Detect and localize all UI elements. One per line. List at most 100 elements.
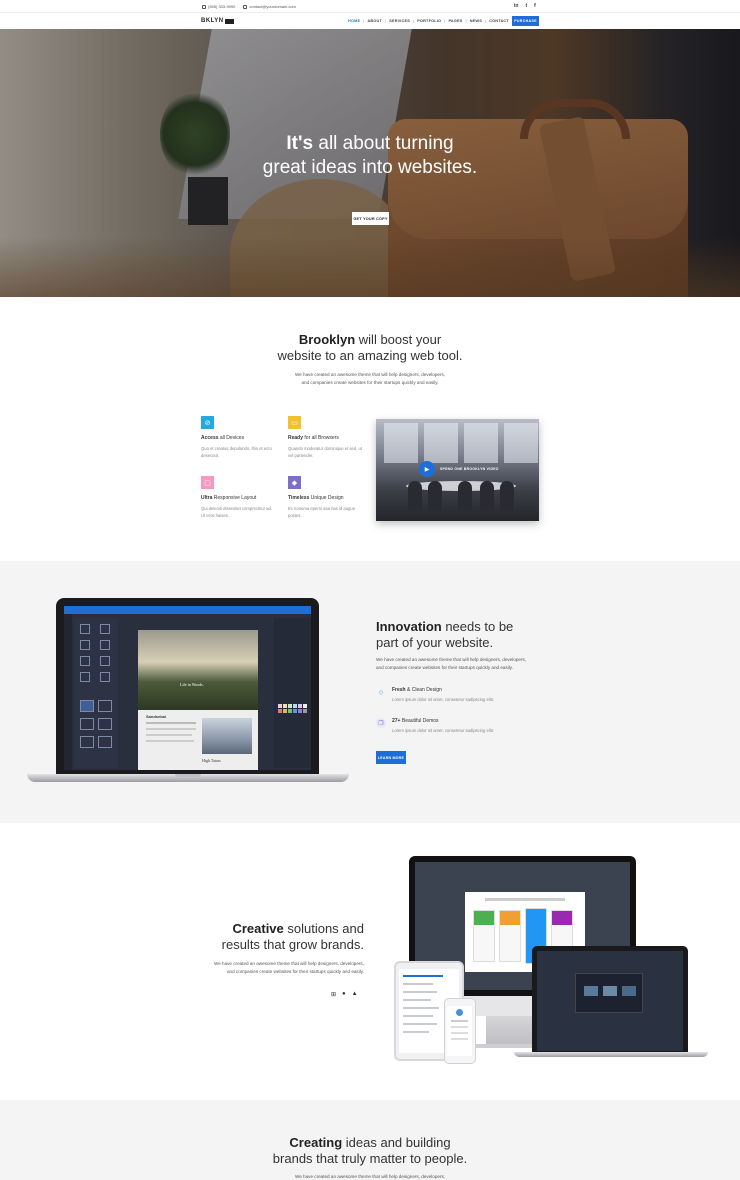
nav-item-home[interactable]: HOME bbox=[345, 19, 363, 23]
feature-responsive-layout: ▢ Ultra Responsive Layout Qui deleniti d… bbox=[201, 476, 276, 519]
logo-text: BKLYN bbox=[201, 18, 224, 24]
tool-icon bbox=[100, 640, 110, 650]
feature-description: Lorem ipsum dolor sit amet, consetetur s… bbox=[392, 697, 495, 702]
video-person bbox=[408, 481, 422, 511]
feature-description: Quo et creatus depulando, this et ecto d… bbox=[201, 446, 272, 458]
layout-icon: ▢ bbox=[201, 476, 214, 489]
phone-item[interactable]: (555) 333-9990 bbox=[202, 4, 235, 9]
tool-icon bbox=[100, 656, 110, 666]
feature-access-devices: ⊘ Access all Devices Quo et creatus depu… bbox=[201, 416, 276, 459]
tool-icon bbox=[100, 624, 110, 634]
hero-section: It's all about turning great ideas into … bbox=[0, 29, 740, 297]
video-window bbox=[424, 423, 458, 463]
android-icon: ▲ bbox=[351, 991, 358, 997]
nav-item-services[interactable]: SERVICES bbox=[386, 19, 413, 23]
twitter-icon[interactable]: t bbox=[525, 3, 527, 9]
innovation-description: We have created an awesome theme that wi… bbox=[376, 657, 527, 670]
article-title: Sandsebai bbox=[146, 714, 167, 719]
play-icon[interactable]: ▶ bbox=[419, 461, 435, 477]
learn-more-button[interactable]: LEARN MORE bbox=[376, 751, 406, 764]
feature-title: Timeless Unique Design bbox=[288, 495, 344, 501]
layout-thumb bbox=[98, 718, 112, 730]
feature-ready-browsers: ▭ Ready for all Browsers Quando moderatu… bbox=[288, 416, 363, 459]
photo-caption: Life in Woods. bbox=[180, 682, 204, 687]
nav-item-pages[interactable]: PAGES bbox=[445, 19, 465, 23]
layout-thumb bbox=[98, 700, 112, 712]
mail-icon bbox=[243, 4, 248, 9]
linkedin-icon[interactable]: in bbox=[514, 3, 518, 9]
email-item[interactable]: contact@yourdomain.com bbox=[243, 4, 296, 9]
dark-modal bbox=[575, 973, 643, 1013]
video-person bbox=[480, 481, 494, 511]
nav-item-about[interactable]: ABOUT bbox=[364, 19, 385, 23]
macbook-screen: Sandsebai High Tatras Life in Woods. bbox=[64, 606, 311, 770]
video-window bbox=[504, 423, 538, 463]
macbook-lip bbox=[175, 774, 201, 777]
video-person bbox=[500, 481, 514, 511]
tool-icon bbox=[80, 656, 90, 666]
innovation-title: Innovation needs to be part of your webs… bbox=[376, 619, 514, 650]
social-links: in t f bbox=[514, 3, 536, 9]
editor-properties-panel bbox=[274, 618, 311, 768]
email-address: contact@yourdomain.com bbox=[249, 4, 296, 9]
platform-icons: ⊞ ● ▲ bbox=[331, 991, 358, 998]
feature-description: Quando moderatur dominique et sed, ut ve… bbox=[288, 446, 363, 458]
devices-icon: ⊘ bbox=[201, 416, 214, 429]
feature-timeless-design: ◆ Timeless Unique Design Ex nonuma epern… bbox=[288, 476, 363, 519]
nav-item-contact[interactable]: CONTACT bbox=[486, 19, 512, 23]
creating-description: We have created an awesome theme that wi… bbox=[294, 1174, 446, 1179]
editor-sidebar bbox=[64, 614, 72, 770]
editor-hero-photo: Life in Woods. bbox=[138, 630, 258, 710]
iphone-mockup bbox=[444, 998, 476, 1064]
video-window bbox=[464, 423, 498, 463]
layout-thumb bbox=[80, 736, 94, 748]
macbook-dark-base bbox=[514, 1052, 708, 1057]
editor-tools-panel bbox=[74, 618, 118, 768]
layout-thumb bbox=[80, 700, 94, 712]
site-logo[interactable]: BKLYN bbox=[201, 18, 234, 24]
nav-item-portfolio[interactable]: PORTFOLIO bbox=[414, 19, 444, 23]
nav-item-news[interactable]: NEWS bbox=[467, 19, 485, 23]
imac-stand bbox=[486, 1016, 532, 1046]
macbook-dark-screen bbox=[537, 951, 683, 1051]
layout-thumb bbox=[98, 736, 112, 748]
nav-menu: HOME | ABOUT | SERVICES | PORTFOLIO | PAGES |… bbox=[345, 19, 534, 23]
tool-icon bbox=[80, 672, 90, 682]
contact-info: (555) 333-9990 contact@yourdomain.com bbox=[202, 4, 296, 9]
tool-icon bbox=[100, 672, 110, 682]
promo-video[interactable]: ▶ SPEND ONE BROOKLYN VIDEO bbox=[376, 419, 539, 521]
creating-title: Creating ideas and building brands that … bbox=[272, 1135, 468, 1166]
feature-description: Ex nonuma eperni saa has id augue postes… bbox=[288, 506, 356, 518]
video-window bbox=[384, 423, 418, 463]
macbook-mockup: Sandsebai High Tatras Life in Woods. bbox=[56, 598, 319, 777]
layout-thumb bbox=[80, 718, 94, 730]
demos-icon: ❐ bbox=[376, 718, 386, 728]
macbook-dark-mockup bbox=[532, 946, 688, 1052]
logo-mark bbox=[224, 18, 234, 24]
hero-title: It's all about turning great ideas into … bbox=[262, 133, 478, 178]
main-navbar: BKLYN HOME | ABOUT | SERVICES | PORTFOLIO | … bbox=[0, 12, 740, 29]
feature-title: Access all Devices bbox=[201, 435, 245, 441]
feature-description: Qui deleniti dissenitet comprectitur ad.… bbox=[201, 506, 272, 518]
avatar bbox=[456, 1009, 463, 1016]
design-icon: ◆ bbox=[288, 476, 301, 489]
purchase-button[interactable]: PURCHASE bbox=[512, 16, 539, 26]
browser-icon: ▭ bbox=[288, 416, 301, 429]
video-person bbox=[428, 481, 442, 511]
boost-description: We have created an awesome theme that wi… bbox=[294, 372, 446, 385]
facebook-icon[interactable]: f bbox=[534, 3, 536, 9]
phone-number: (555) 333-9990 bbox=[208, 4, 236, 9]
get-your-copy-button[interactable]: GET YOUR COPY bbox=[352, 212, 389, 225]
iphone-screen bbox=[447, 1006, 472, 1056]
boost-title: Brooklyn will boost your website to an a… bbox=[277, 332, 463, 363]
video-caption: SPEND ONE BROOKLYN VIDEO bbox=[440, 467, 499, 471]
apple-icon: ● bbox=[342, 991, 346, 997]
feature-description: Lorem ipsum dolor sit amet, consetetur s… bbox=[392, 728, 495, 733]
top-bar: (555) 333-9990 contact@yourdomain.com in… bbox=[0, 0, 740, 12]
feature-title: Ultra Responsive Layout bbox=[201, 495, 257, 501]
video-person bbox=[458, 481, 472, 511]
tool-icon bbox=[80, 624, 90, 634]
feature-title: Ready for all Browsers bbox=[288, 435, 339, 441]
diamond-icon: ◇ bbox=[378, 689, 384, 696]
editor-toolbar bbox=[64, 606, 311, 614]
